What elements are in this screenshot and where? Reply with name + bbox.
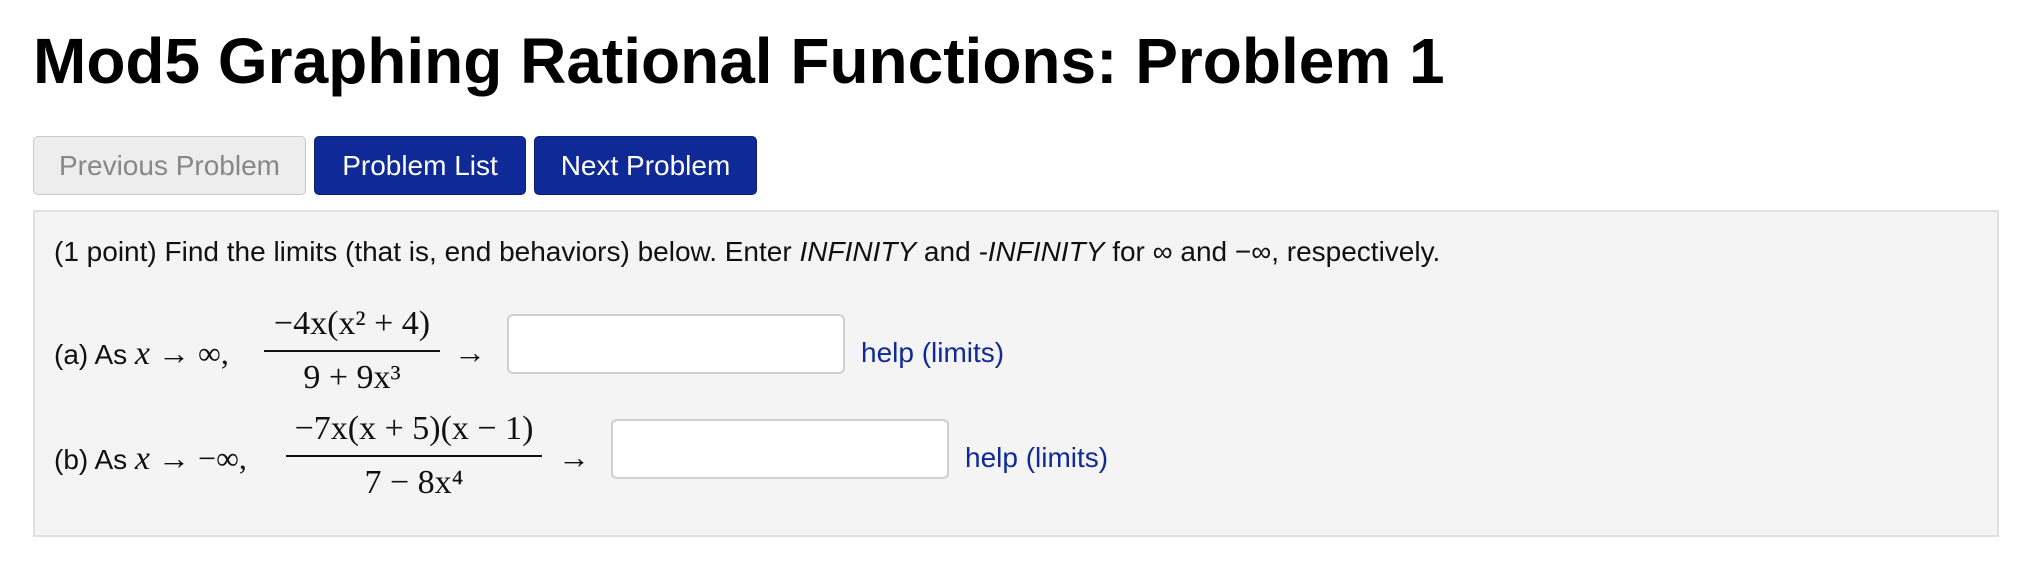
part-b-denominator: 7 − 8x⁴ — [364, 464, 464, 501]
part-a-label: (a) As — [54, 339, 135, 370]
part-a-variable: x — [134, 335, 151, 372]
part-a-denominator: 9 + 9x³ — [303, 359, 401, 396]
instructions-text-start: (1 point) Find the limits (that is, end … — [54, 236, 800, 267]
part-b-arrow: → — [558, 439, 590, 475]
part-b-approach: → −∞, — [150, 440, 247, 476]
part-b-fraction: −7x(x + 5)(x − 1) 7 − 8x⁴ — [286, 405, 542, 507]
part-a-approach: → ∞, — [150, 335, 229, 371]
previous-problem-button[interactable]: Previous Problem — [33, 136, 306, 195]
part-b-answer-input[interactable] — [611, 419, 949, 479]
part-b-help-link[interactable]: help (limits) — [965, 438, 1108, 478]
part-a-fraction: −4x(x² + 4) 9 + 9x³ — [264, 300, 440, 402]
part-b-prompt: (b) As x → −∞, — [54, 438, 247, 480]
negative-infinity-keyword: -INFINITY — [978, 236, 1105, 267]
instructions-and: and — [916, 236, 979, 267]
part-a-numerator: −4x(x² + 4) — [273, 305, 431, 342]
part-b-numerator: −7x(x + 5)(x − 1) — [294, 410, 534, 447]
problem-instructions: (1 point) Find the limits (that is, end … — [54, 232, 1440, 272]
part-a-fraction-bar — [264, 350, 440, 352]
problem-list-button[interactable]: Problem List — [314, 136, 526, 195]
instructions-text-end: for ∞ and −∞, respectively. — [1104, 236, 1441, 267]
part-b-fraction-bar — [286, 455, 542, 457]
part-a-help-link[interactable]: help (limits) — [861, 333, 1004, 373]
problem-panel: (1 point) Find the limits (that is, end … — [33, 210, 1999, 537]
part-a-prompt: (a) As x → ∞, — [54, 333, 229, 375]
part-b-label: (b) As — [54, 444, 135, 475]
part-a-answer-input[interactable] — [507, 314, 845, 374]
next-problem-button[interactable]: Next Problem — [534, 136, 757, 195]
page-title: Mod5 Graphing Rational Functions: Proble… — [33, 25, 1445, 97]
problem-page: Mod5 Graphing Rational Functions: Proble… — [0, 0, 2033, 575]
part-b-variable: x — [134, 440, 151, 477]
part-a-arrow: → — [454, 334, 486, 370]
infinity-keyword: INFINITY — [799, 236, 917, 267]
